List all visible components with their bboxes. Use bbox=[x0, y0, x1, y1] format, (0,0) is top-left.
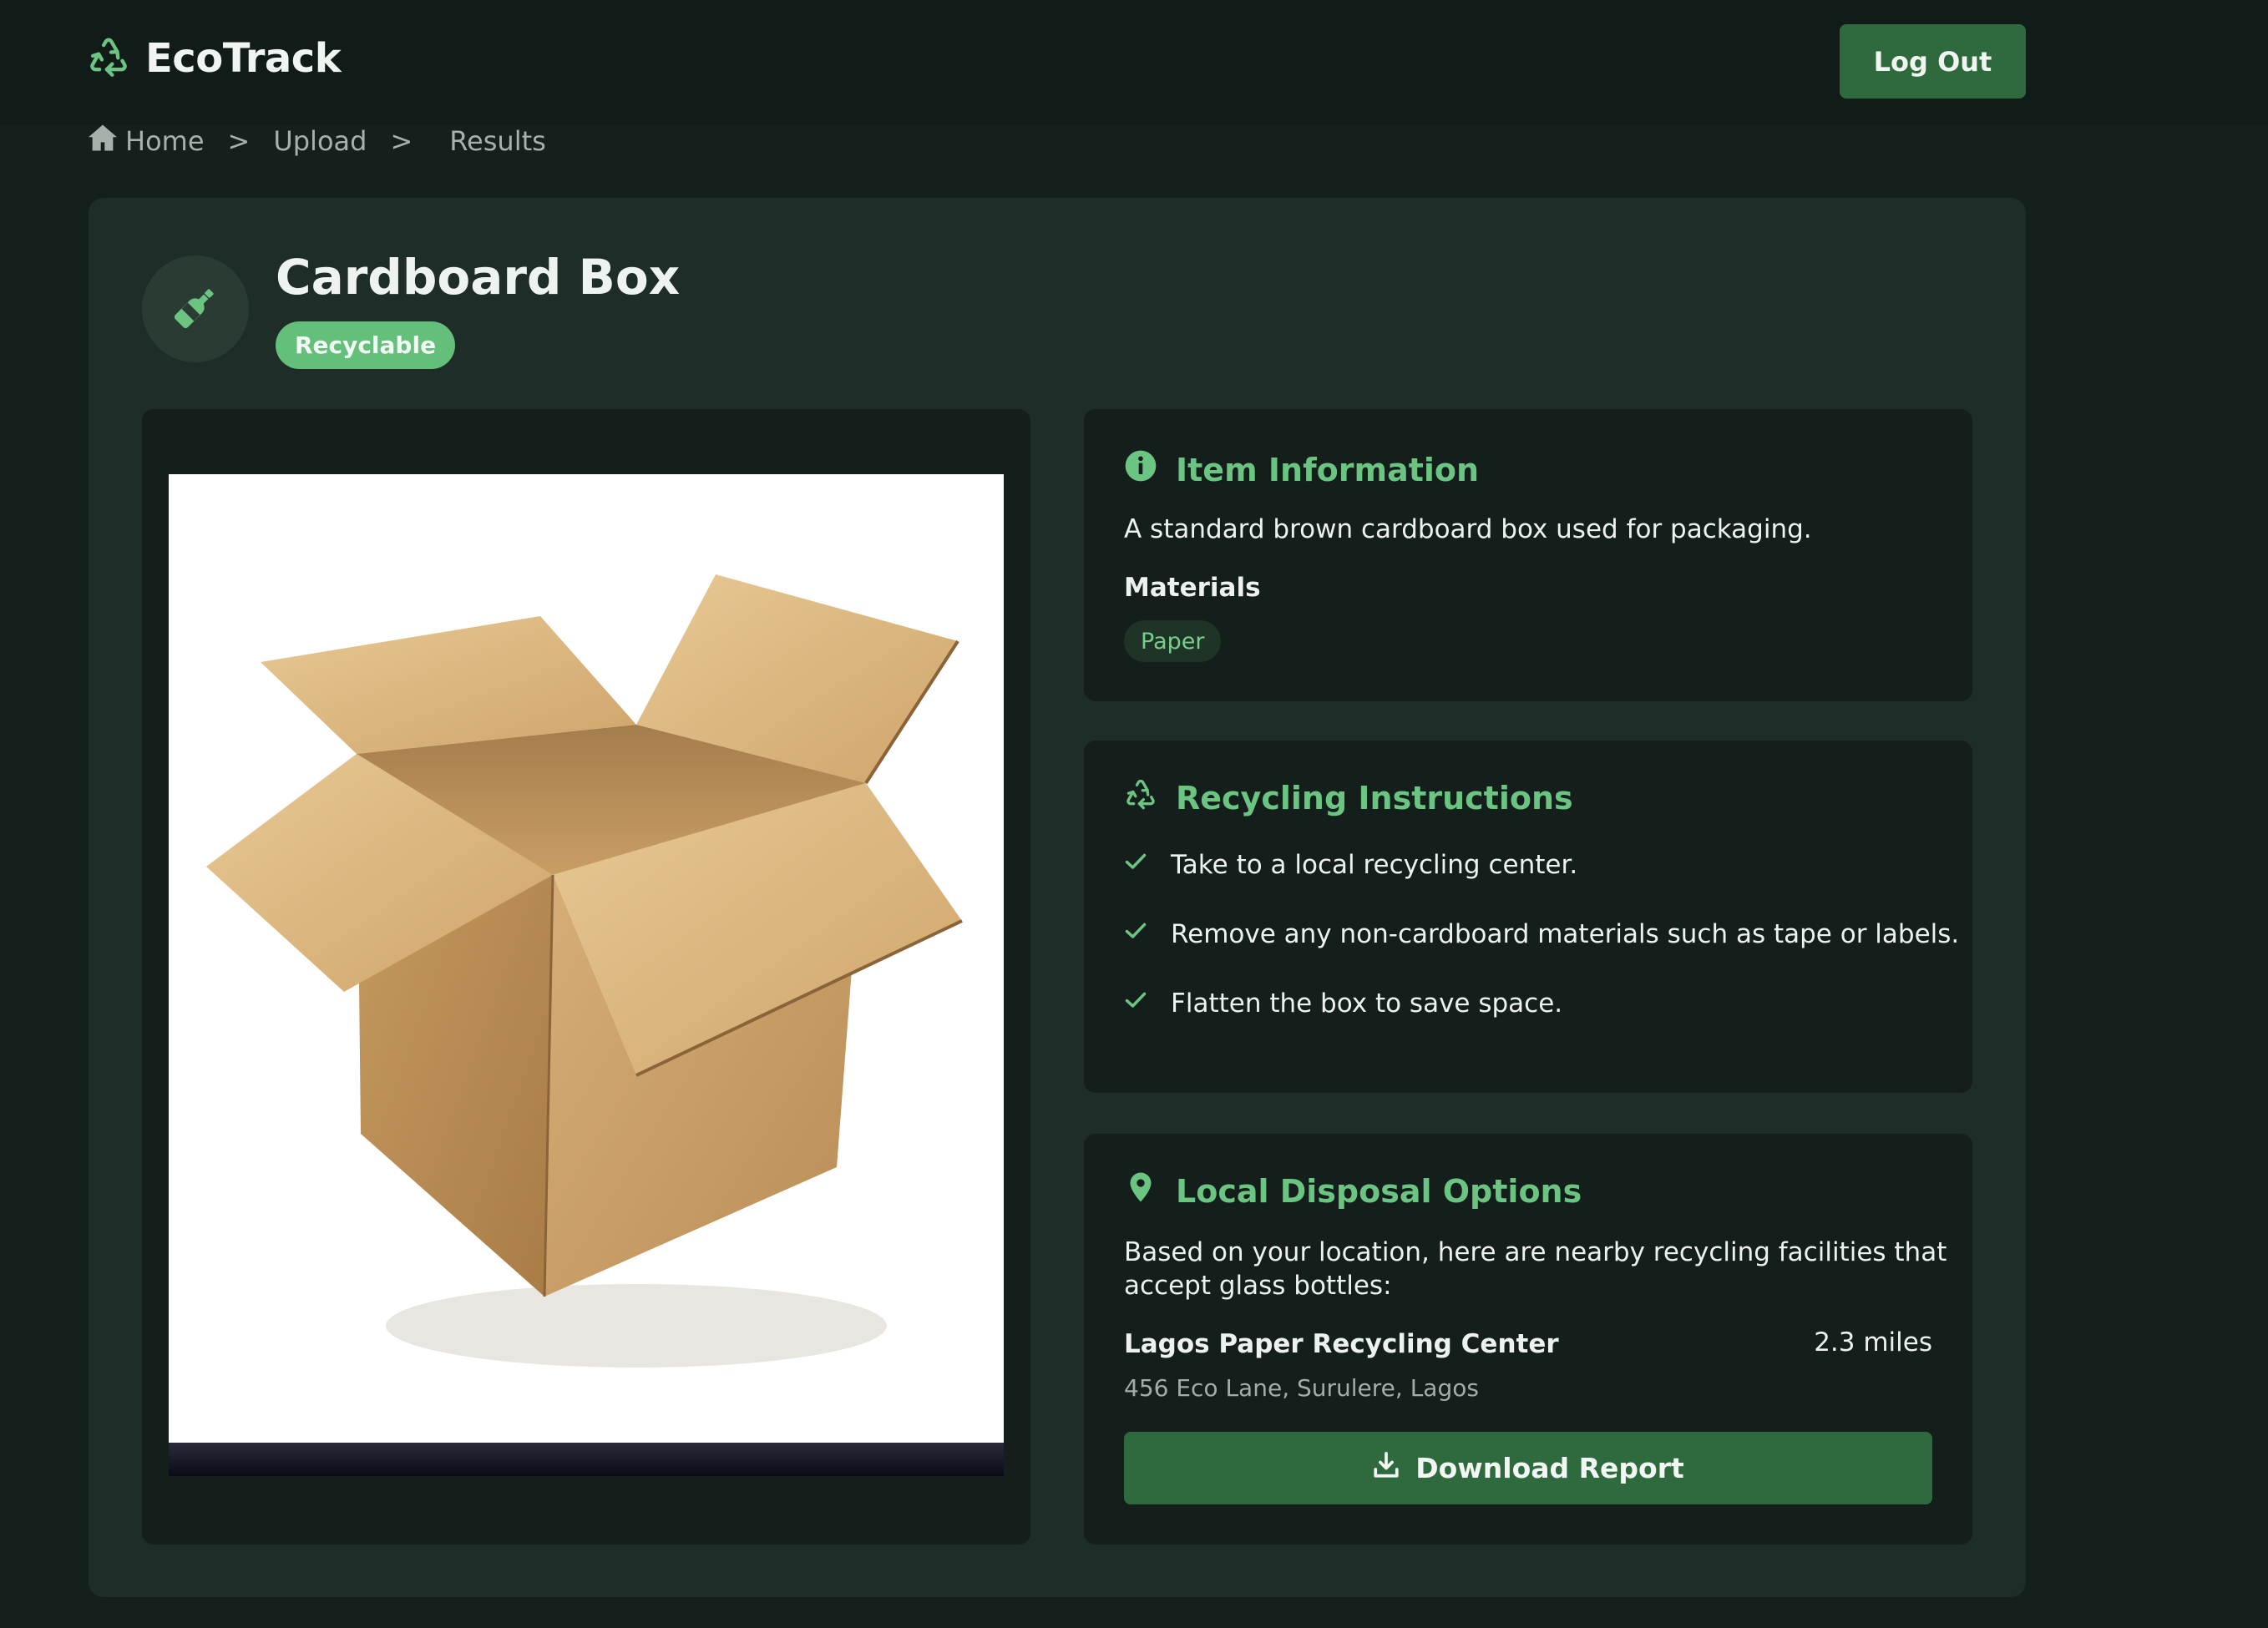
cardboard-box-illustration bbox=[206, 574, 963, 1368]
download-icon bbox=[1372, 1451, 1400, 1486]
facility-distance: 2.3 miles bbox=[1814, 1327, 1932, 1358]
materials-label: Materials bbox=[1124, 573, 1261, 603]
recycling-instructions-title: Recycling Instructions bbox=[1176, 779, 1573, 817]
local-disposal-card: Local Disposal Options Based on your loc… bbox=[1084, 1134, 1972, 1545]
instruction-item: Flatten the box to save space. bbox=[1124, 988, 1562, 1019]
check-icon bbox=[1124, 988, 1147, 1019]
item-information-title: Item Information bbox=[1176, 451, 1480, 488]
recycle-icon bbox=[1124, 777, 1157, 818]
item-icon-circle bbox=[142, 255, 249, 362]
instruction-item: Take to a local recycling center. bbox=[1124, 850, 1577, 880]
item-title: Cardboard Box bbox=[276, 249, 681, 306]
instruction-text: Flatten the box to save space. bbox=[1171, 988, 1563, 1019]
bottle-icon bbox=[170, 281, 221, 336]
status-badge: Recyclable bbox=[276, 321, 455, 369]
material-chip: Paper bbox=[1124, 620, 1222, 662]
recycling-instructions-card: Recycling Instructions Take to a local r… bbox=[1084, 741, 1972, 1093]
download-report-button[interactable]: Download Report bbox=[1124, 1432, 1932, 1504]
breadcrumb-results: Results bbox=[449, 125, 546, 157]
breadcrumb-home[interactable]: Home bbox=[125, 125, 205, 157]
info-icon bbox=[1124, 449, 1157, 490]
local-disposal-heading: Local Disposal Options bbox=[1124, 1170, 1582, 1211]
map-pin-icon bbox=[1124, 1170, 1157, 1211]
instruction-item: Remove any non-cardboard materials such … bbox=[1124, 919, 1959, 949]
logout-button[interactable]: Log Out bbox=[1840, 24, 2026, 99]
disposal-intro-line-2: accept glass bottles: bbox=[1124, 1271, 1392, 1301]
breadcrumb-separator: > bbox=[390, 125, 413, 157]
image-caption-strip bbox=[169, 1443, 1004, 1476]
disposal-intro-line-1: Based on your location, here are nearby … bbox=[1124, 1237, 1947, 1267]
local-disposal-title: Local Disposal Options bbox=[1176, 1172, 1582, 1210]
breadcrumb-separator: > bbox=[227, 125, 251, 157]
check-icon bbox=[1124, 850, 1147, 880]
instruction-text: Remove any non-cardboard materials such … bbox=[1171, 919, 1960, 949]
recycle-icon bbox=[87, 35, 130, 82]
app-logo[interactable]: EcoTrack bbox=[87, 35, 342, 82]
app-name: EcoTrack bbox=[145, 35, 342, 82]
download-report-label: Download Report bbox=[1415, 1452, 1684, 1484]
facility-address: 456 Eco Lane, Surulere, Lagos bbox=[1124, 1374, 1479, 1402]
facility-name: Lagos Paper Recycling Center bbox=[1124, 1329, 1559, 1359]
item-photo bbox=[169, 474, 1004, 1476]
breadcrumb: Home > Upload > Results bbox=[87, 124, 546, 159]
instruction-text: Take to a local recycling center. bbox=[1171, 850, 1578, 880]
breadcrumb-upload[interactable]: Upload bbox=[273, 125, 367, 157]
home-icon bbox=[87, 124, 125, 159]
item-information-card: Item Information A standard brown cardbo… bbox=[1084, 409, 1972, 701]
item-information-heading: Item Information bbox=[1124, 449, 1479, 490]
check-icon bbox=[1124, 919, 1147, 949]
item-image-card bbox=[142, 409, 1030, 1545]
item-description: A standard brown cardboard box used for … bbox=[1124, 514, 1812, 544]
recycling-instructions-heading: Recycling Instructions bbox=[1124, 777, 1573, 818]
